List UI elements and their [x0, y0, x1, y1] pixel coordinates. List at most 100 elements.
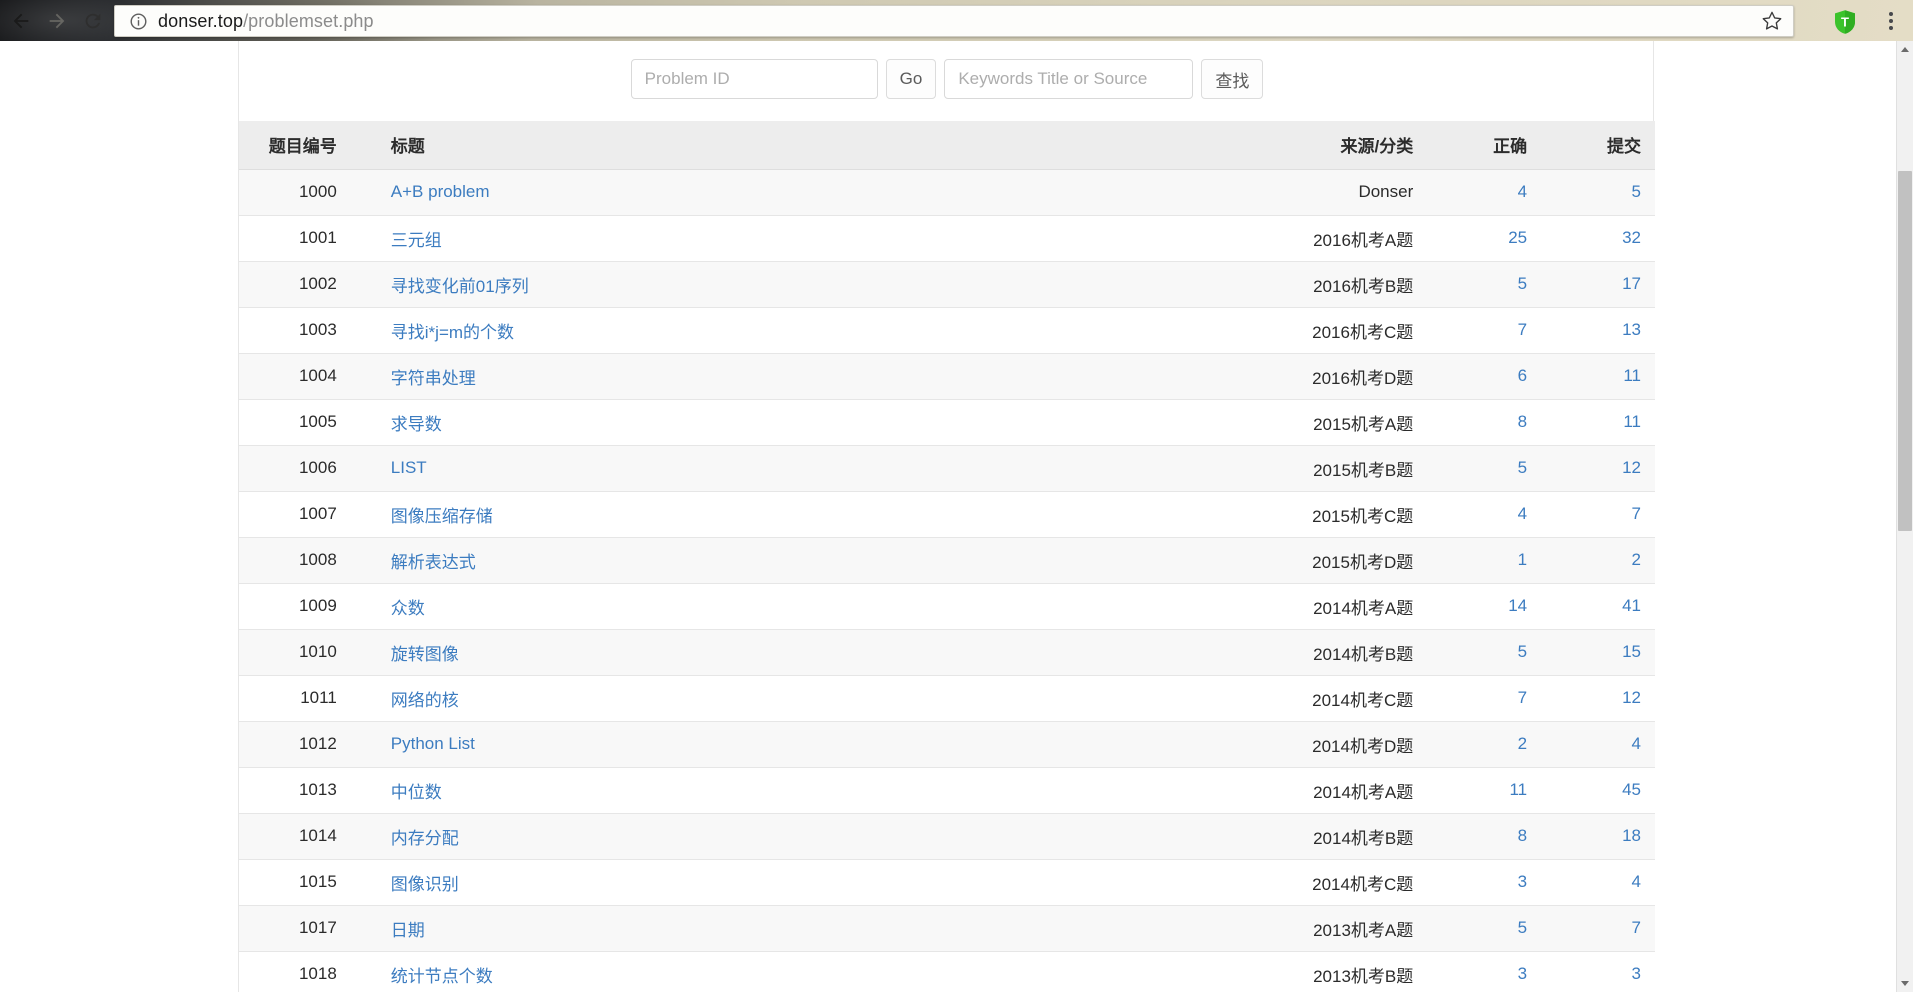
cell-problem-id: 1015 — [239, 859, 351, 906]
problem-title-link[interactable]: 旋转图像 — [391, 645, 459, 664]
problem-title-link[interactable]: A+B problem — [391, 182, 490, 201]
accepted-count-link[interactable]: 8 — [1518, 412, 1527, 431]
cell-source: 2016机考A题 — [1178, 215, 1428, 262]
column-header-id[interactable]: 题目编号 — [239, 121, 351, 170]
scroll-down-triangle — [1901, 981, 1909, 986]
problem-title-link[interactable]: 日期 — [391, 921, 425, 940]
submitted-count-link[interactable]: 17 — [1622, 274, 1641, 293]
submitted-count-link[interactable]: 4 — [1632, 734, 1641, 753]
cell-accepted-count: 8 — [1427, 813, 1542, 860]
scroll-up-arrow-icon[interactable] — [1897, 41, 1913, 58]
problem-id-input[interactable] — [630, 59, 878, 99]
accepted-count-link[interactable]: 5 — [1518, 642, 1527, 661]
accepted-count-link[interactable]: 11 — [1509, 780, 1527, 799]
cell-submitted-count: 45 — [1541, 767, 1655, 814]
accepted-count-link[interactable]: 2 — [1518, 734, 1527, 753]
problem-title-link[interactable]: 寻找变化前01序列 — [391, 277, 529, 296]
cell-problem-id: 1003 — [239, 307, 351, 354]
cell-problem-title: 众数 — [350, 583, 1179, 630]
accepted-count-link[interactable]: 8 — [1518, 826, 1527, 845]
accepted-count-link[interactable]: 3 — [1518, 872, 1527, 891]
go-button[interactable]: Go — [885, 59, 937, 99]
accepted-count-link[interactable]: 14 — [1508, 596, 1527, 615]
cell-problem-title: 网络的核 — [350, 675, 1179, 722]
search-toolbar: Go 查找 — [239, 59, 1655, 99]
accepted-count-link[interactable]: 5 — [1518, 918, 1527, 937]
submitted-count-link[interactable]: 18 — [1622, 826, 1641, 845]
cell-submitted-count: 41 — [1541, 583, 1655, 630]
problem-title-link[interactable]: Python List — [391, 734, 475, 753]
scrollbar-thumb[interactable] — [1898, 171, 1912, 531]
cell-problem-title: 解析表达式 — [350, 537, 1179, 584]
accepted-count-link[interactable]: 6 — [1518, 366, 1527, 385]
problem-title-link[interactable]: 内存分配 — [391, 829, 459, 848]
reload-button[interactable] — [78, 6, 108, 36]
page-scrollbar[interactable] — [1896, 41, 1913, 992]
cell-source: 2014机考C题 — [1178, 675, 1428, 722]
table-row: 1010 旋转图像 2014机考B题 5 15 — [239, 629, 1655, 676]
submitted-count-link[interactable]: 12 — [1622, 458, 1641, 477]
scroll-down-arrow-icon[interactable] — [1897, 975, 1913, 992]
content-container: Go 查找 题目编号 标题 来源/分类 正确 提交 1000 A+B proble… — [238, 41, 1655, 992]
problem-title-link[interactable]: 解析表达式 — [391, 553, 476, 572]
accepted-count-link[interactable]: 7 — [1518, 320, 1527, 339]
submitted-count-link[interactable]: 3 — [1632, 964, 1641, 983]
accepted-count-link[interactable]: 3 — [1518, 964, 1527, 983]
cell-source: 2014机考C题 — [1178, 859, 1428, 906]
submitted-count-link[interactable]: 15 — [1622, 642, 1641, 661]
submitted-count-link[interactable]: 2 — [1632, 550, 1641, 569]
problem-title-link[interactable]: 中位数 — [391, 783, 442, 802]
cell-problem-title: 求导数 — [350, 399, 1179, 446]
column-header-title[interactable]: 标题 — [350, 121, 1179, 170]
column-header-source[interactable]: 来源/分类 — [1178, 121, 1428, 170]
accepted-count-link[interactable]: 5 — [1518, 458, 1527, 477]
problem-title-link[interactable]: 图像压缩存储 — [391, 507, 493, 526]
submitted-count-link[interactable]: 11 — [1623, 366, 1641, 385]
problem-title-link[interactable]: 三元组 — [391, 231, 442, 250]
accepted-count-link[interactable]: 1 — [1518, 550, 1527, 569]
accepted-count-link[interactable]: 4 — [1518, 504, 1527, 523]
info-circle-icon[interactable] — [129, 12, 148, 31]
submitted-count-link[interactable]: 41 — [1622, 596, 1641, 615]
submitted-count-link[interactable]: 12 — [1622, 688, 1641, 707]
problem-title-link[interactable]: 统计节点个数 — [391, 967, 493, 986]
submitted-count-link[interactable]: 7 — [1632, 504, 1641, 523]
submitted-count-link[interactable]: 7 — [1632, 918, 1641, 937]
accepted-count-link[interactable]: 4 — [1518, 182, 1527, 201]
problem-title-link[interactable]: LIST — [391, 458, 427, 477]
problem-title-link[interactable]: 网络的核 — [391, 691, 459, 710]
cell-problem-title: 三元组 — [350, 215, 1179, 262]
submitted-count-link[interactable]: 13 — [1622, 320, 1641, 339]
three-dot-menu-icon[interactable] — [1880, 8, 1902, 34]
column-header-accepted[interactable]: 正确 — [1427, 121, 1542, 170]
shield-extension-icon[interactable]: T — [1833, 9, 1857, 35]
problem-title-link[interactable]: 图像识别 — [391, 875, 459, 894]
cell-problem-id: 1000 — [239, 169, 351, 216]
keywords-input[interactable] — [944, 59, 1194, 99]
accepted-count-link[interactable]: 7 — [1518, 688, 1527, 707]
back-button[interactable] — [6, 6, 36, 36]
cell-problem-title: 图像识别 — [350, 859, 1179, 906]
problem-title-link[interactable]: 字符串处理 — [391, 369, 476, 388]
address-bar[interactable]: donser.top/problemset.php — [114, 5, 1794, 37]
submitted-count-link[interactable]: 11 — [1623, 412, 1641, 431]
accepted-count-link[interactable]: 25 — [1508, 228, 1527, 247]
bookmark-star-icon[interactable] — [1761, 10, 1783, 32]
cell-problem-title: 字符串处理 — [350, 353, 1179, 400]
back-arrow-icon — [13, 13, 29, 29]
menu-dot-1 — [1889, 12, 1893, 16]
submitted-count-link[interactable]: 5 — [1632, 182, 1641, 201]
cell-source: 2015机考B题 — [1178, 445, 1428, 492]
cell-problem-id: 1018 — [239, 951, 351, 992]
url-domain: donser.top — [158, 10, 244, 31]
menu-dot-2 — [1889, 19, 1893, 23]
column-header-submitted[interactable]: 提交 — [1541, 121, 1655, 170]
find-button[interactable]: 查找 — [1201, 59, 1264, 99]
problem-title-link[interactable]: 众数 — [391, 599, 425, 618]
submitted-count-link[interactable]: 45 — [1622, 780, 1641, 799]
problem-title-link[interactable]: 求导数 — [391, 415, 442, 434]
submitted-count-link[interactable]: 32 — [1622, 228, 1641, 247]
accepted-count-link[interactable]: 5 — [1518, 274, 1527, 293]
submitted-count-link[interactable]: 4 — [1632, 872, 1641, 891]
problem-title-link[interactable]: 寻找i*j=m的个数 — [391, 323, 514, 342]
